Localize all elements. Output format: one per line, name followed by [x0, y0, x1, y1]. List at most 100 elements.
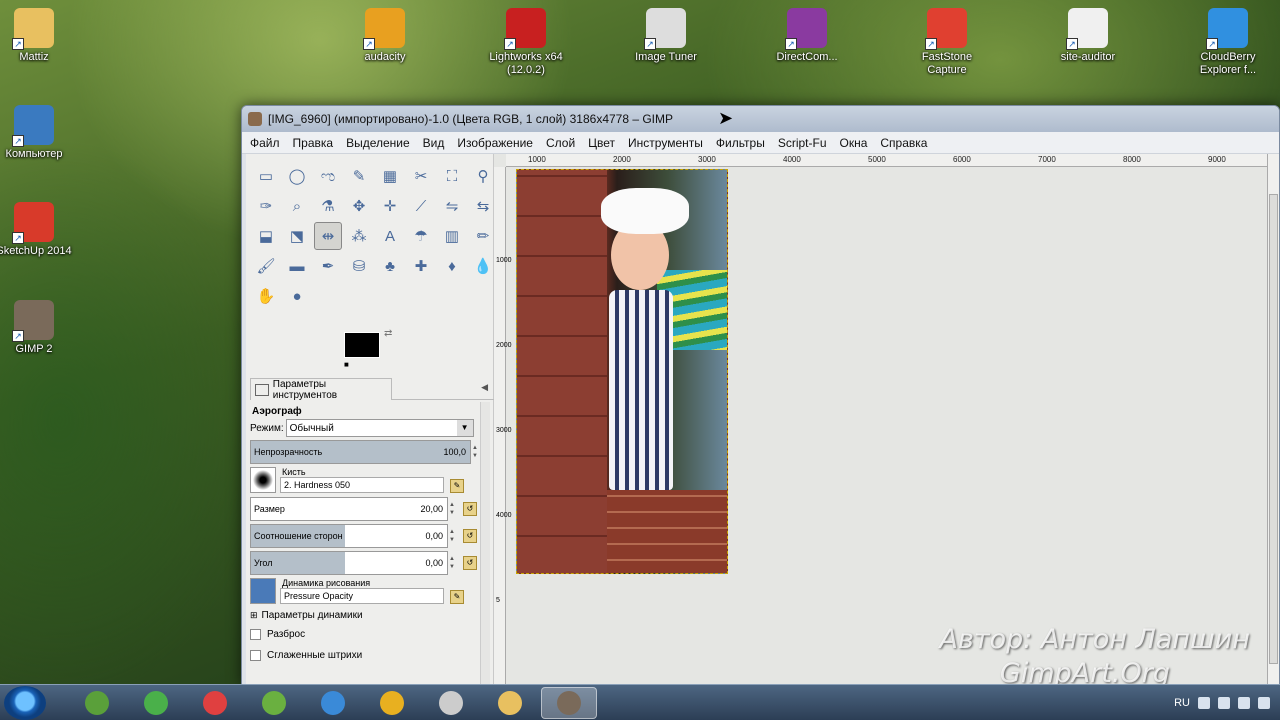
tool-21-icon[interactable]: ☂	[407, 222, 435, 250]
tool-31-icon[interactable]: 💧	[469, 252, 497, 280]
reset-colors-icon[interactable]: ■	[344, 360, 349, 369]
tool-33-icon[interactable]: ●	[283, 282, 311, 310]
tool-10-icon[interactable]: ⚗	[314, 192, 342, 220]
aspect-ratio-spin-icon[interactable]: ▲ ▼	[449, 528, 457, 544]
taskbar-button[interactable]	[423, 687, 479, 719]
brush-field[interactable]: 2. Hardness 050	[280, 477, 444, 493]
tool-6-icon[interactable]: ⛶	[438, 162, 466, 190]
desktop-shortcut-gimp[interactable]: ↗ GIMP 2	[0, 300, 79, 356]
tool-26-icon[interactable]: ✒	[314, 252, 342, 280]
desktop-shortcut-lightworks[interactable]: ↗ Lightworks x64 (12.0.2)	[481, 8, 571, 77]
dynamics-field[interactable]: Pressure Opacity	[280, 588, 444, 604]
menu-item-7[interactable]: Инструменты	[628, 136, 703, 150]
tool-5-icon[interactable]: ✂	[407, 162, 435, 190]
tool-12-icon[interactable]: ✛	[376, 192, 404, 220]
desktop-shortcut-user-folder[interactable]: ↗ Mattiz	[0, 8, 79, 64]
taskbar-button[interactable]	[305, 687, 361, 719]
desktop-shortcut-image-tuner[interactable]: ↗ Image Tuner	[621, 8, 711, 64]
window-titlebar[interactable]: [IMG_6960] (импортировано)-1.0 (Цвета RG…	[242, 106, 1279, 132]
foreground-color-swatch[interactable]	[344, 332, 380, 358]
menu-item-5[interactable]: Слой	[546, 136, 575, 150]
menu-item-2[interactable]: Выделение	[346, 136, 410, 150]
vertical-ruler[interactable]: 1000 2000 3000 4000 5	[494, 167, 512, 684]
tool-14-icon[interactable]: ⇋	[438, 192, 466, 220]
menu-item-0[interactable]: Файл	[250, 136, 280, 150]
reset-size-icon[interactable]: ↺	[463, 502, 477, 516]
menu-item-11[interactable]: Справка	[880, 136, 927, 150]
taskbar-button[interactable]	[69, 687, 125, 719]
reset-angle-icon[interactable]: ↺	[463, 556, 477, 570]
menu-item-9[interactable]: Script-Fu	[778, 136, 827, 150]
mode-select[interactable]: Обычный ▼	[285, 419, 474, 437]
chevron-down-icon[interactable]: ▼	[456, 420, 473, 436]
scrollbar-thumb[interactable]	[1269, 194, 1278, 664]
brush-preview[interactable]	[250, 467, 276, 493]
tool-18-icon[interactable]: ⇹	[314, 222, 342, 250]
tool-23-icon[interactable]: ✏	[469, 222, 497, 250]
dynamics-options-label[interactable]: Параметры динамики	[262, 610, 363, 621]
taskbar-button[interactable]	[246, 687, 302, 719]
menu-item-4[interactable]: Изображение	[457, 136, 533, 150]
smooth-strokes-checkbox[interactable]	[250, 650, 261, 661]
taskbar-button[interactable]	[364, 687, 420, 719]
horizontal-ruler[interactable]: 1000 2000 3000 4000 5000 6000 7000 8000 9000	[506, 154, 1267, 167]
desktop-shortcut-audacity[interactable]: ↗ audacity	[340, 8, 430, 64]
tool-20-icon[interactable]: A	[376, 222, 404, 250]
tool-2-icon[interactable]: ಌ	[314, 162, 342, 190]
menu-item-8[interactable]: Фильтры	[716, 136, 765, 150]
color-area[interactable]: ⇄ ■	[344, 328, 392, 372]
size-spin-icon[interactable]: ▲ ▼	[449, 501, 457, 517]
desktop-shortcut-faststone[interactable]: ↗ FastStone Capture	[902, 8, 992, 77]
canvas-vertical-scrollbar[interactable]	[1267, 154, 1279, 684]
network-icon[interactable]	[1218, 697, 1230, 709]
flag-icon[interactable]	[1198, 697, 1210, 709]
swap-colors-icon[interactable]: ⇄	[384, 328, 392, 339]
tool-24-icon[interactable]: 🖌	[252, 252, 280, 280]
gimp-window[interactable]: [IMG_6960] (импортировано)-1.0 (Цвета RG…	[241, 105, 1280, 720]
edit-brush-icon[interactable]: ✎	[450, 479, 464, 493]
options-scrollbar[interactable]	[480, 402, 490, 720]
action-center-icon[interactable]	[1258, 697, 1270, 709]
volume-icon[interactable]	[1238, 697, 1250, 709]
tool-7-icon[interactable]: ⚲	[469, 162, 497, 190]
tool-8-icon[interactable]: ✑	[252, 192, 280, 220]
scatter-checkbox[interactable]	[250, 629, 261, 640]
tool-9-icon[interactable]: ⌕	[283, 192, 311, 220]
expander-plus-icon[interactable]: ⊞	[250, 610, 258, 621]
taskbar-button[interactable]	[128, 687, 184, 719]
desktop-shortcut-computer[interactable]: ↗ Компьютер	[0, 105, 79, 161]
menu-item-6[interactable]: Цвет	[588, 136, 615, 150]
tool-3-icon[interactable]: ✎	[345, 162, 373, 190]
opacity-spin-icon[interactable]: ▲ ▼	[472, 444, 480, 460]
reset-aspect-ratio-icon[interactable]: ↺	[463, 529, 477, 543]
tool-13-icon[interactable]: ⟋	[407, 192, 435, 220]
tool-19-icon[interactable]: ⁂	[345, 222, 373, 250]
tool-32-icon[interactable]: ✋	[252, 282, 280, 310]
tool-30-icon[interactable]: ♦	[438, 252, 466, 280]
opacity-slider[interactable]: Непрозрачность 100,0	[250, 440, 472, 464]
taskbar-button[interactable]	[541, 686, 597, 719]
menu-item-3[interactable]: Вид	[423, 136, 445, 150]
tab-tool-options[interactable]: Параметры инструментов	[250, 378, 392, 401]
tool-28-icon[interactable]: ♣	[376, 252, 404, 280]
start-button[interactable]	[4, 685, 46, 720]
size-slider[interactable]: Размер 20,00	[250, 497, 448, 521]
aspect-ratio-slider[interactable]: Соотношение сторон 0,00	[250, 524, 448, 548]
tool-11-icon[interactable]: ✥	[345, 192, 373, 220]
canvas-area[interactable]: 1000 2000 3000 4000 5000 6000 7000 8000 9000 100…	[494, 154, 1279, 684]
desktop-shortcut-cloudberry[interactable]: ↗ CloudBerry Explorer f...	[1183, 8, 1273, 77]
taskbar-button[interactable]	[482, 687, 538, 719]
tool-25-icon[interactable]: ▬	[283, 252, 311, 280]
angle-slider[interactable]: Угол 0,00	[250, 551, 448, 575]
taskbar-button[interactable]	[187, 687, 243, 719]
language-indicator[interactable]: RU	[1174, 697, 1190, 709]
tool-1-icon[interactable]: ◯	[283, 162, 311, 190]
tool-16-icon[interactable]: ⬓	[252, 222, 280, 250]
dock-menu-icon[interactable]: ◀	[481, 382, 488, 393]
desktop-shortcut-directcom[interactable]: ↗ DirectCom...	[762, 8, 852, 64]
tool-17-icon[interactable]: ⬔	[283, 222, 311, 250]
tool-15-icon[interactable]: ⇆	[469, 192, 497, 220]
tool-0-icon[interactable]: ▭	[252, 162, 280, 190]
image-canvas[interactable]	[516, 169, 728, 574]
desktop-shortcut-site-auditor[interactable]: ↗ site-auditor	[1043, 8, 1133, 64]
